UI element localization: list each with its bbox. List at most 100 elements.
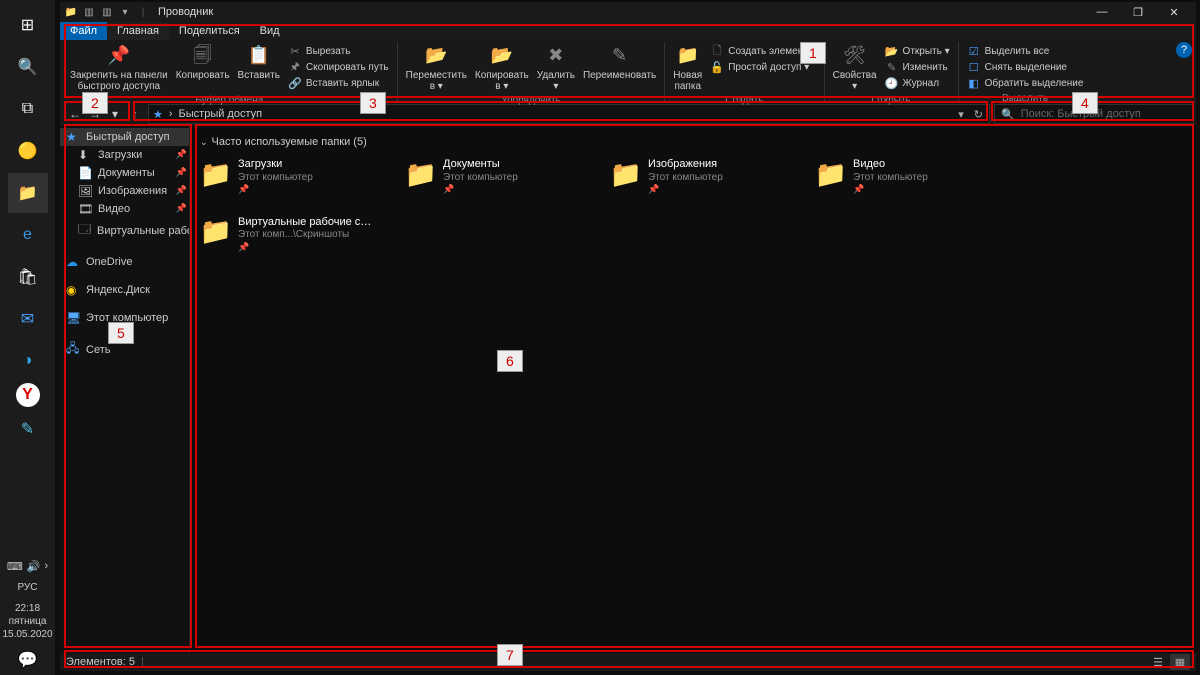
title-bar: 📁 ▥ ▥ ▾ | Проводник — ❐ ✕ bbox=[60, 2, 1196, 22]
search-taskbar-icon[interactable]: 🔍 bbox=[8, 47, 48, 87]
folder-name: Изображения bbox=[648, 158, 723, 172]
start-button[interactable]: ⊞ bbox=[8, 5, 48, 45]
sidebar-yadisk-label: Яндекс.Диск bbox=[86, 284, 150, 296]
sidebar-item-documents[interactable]: 📄Документы📌 bbox=[60, 164, 189, 182]
folder-name: Видео bbox=[853, 158, 928, 172]
ribbon-tab-file[interactable]: Файл bbox=[60, 22, 107, 40]
sidebar-item-label: Изображения bbox=[98, 185, 167, 197]
ribbon-tab-home[interactable]: Главная bbox=[107, 22, 169, 40]
sidebar-item-label: Виртуальные рабочие ст… bbox=[97, 225, 190, 237]
anno-1: 1 bbox=[800, 42, 826, 64]
cut-button[interactable]: ✂Вырезать bbox=[286, 43, 391, 59]
edit-button[interactable]: ✎Изменить bbox=[883, 59, 952, 75]
copy-label: Копировать bbox=[176, 70, 230, 81]
paste-icon: 📋 bbox=[247, 44, 271, 68]
nav-up-button[interactable]: ↑ bbox=[126, 105, 144, 123]
select-none-icon: ☐ bbox=[967, 60, 981, 74]
move-to-button[interactable]: 📂Переместить в ▾ bbox=[402, 42, 471, 94]
open-group-label: Открыть bbox=[829, 94, 954, 107]
easy-access-icon: 🔓 bbox=[710, 60, 724, 74]
folder-item[interactable]: 📁 Изображения Этот компьютер 📌 bbox=[610, 158, 785, 196]
taskbar-mail-icon[interactable]: ✉ bbox=[8, 299, 48, 339]
sidebar-item-pictures[interactable]: 🖼Изображения📌 bbox=[60, 182, 189, 200]
folder-pin-icon: 📌 bbox=[853, 184, 928, 195]
folder-location: Этот компьютер bbox=[238, 172, 313, 185]
taskbar-app-1[interactable]: 🟡 bbox=[8, 131, 48, 171]
folder-icon: 📁 bbox=[405, 158, 437, 190]
ribbon-tab-view[interactable]: Вид bbox=[250, 22, 290, 40]
taskbar-edge-icon[interactable]: e bbox=[8, 215, 48, 255]
close-button[interactable]: ✕ bbox=[1156, 2, 1192, 22]
folder-item[interactable]: 📁 Загрузки Этот компьютер 📌 bbox=[200, 158, 375, 196]
invert-selection-button[interactable]: ◧Обратить выделение bbox=[965, 75, 1086, 91]
sidebar-network-label: Сеть bbox=[86, 344, 110, 356]
chevron-down-icon: ⌄ bbox=[200, 137, 208, 148]
windows-taskbar: ⊞ 🔍 ⧉ 🟡 📁 e 🛍 ✉ ◑ Y ✎ ⌨🔊› РУС 22:18 пятн… bbox=[0, 0, 55, 675]
ribbon-tab-share[interactable]: Поделиться bbox=[169, 22, 250, 40]
paste-button[interactable]: 📋 Вставить bbox=[234, 42, 284, 83]
copy-to-button[interactable]: 📂Копировать в ▾ bbox=[471, 42, 533, 94]
view-details-button[interactable]: ☰ bbox=[1148, 654, 1168, 670]
anno-6: 6 bbox=[497, 350, 523, 372]
folder-icon: 📁 bbox=[200, 216, 232, 248]
minimize-button[interactable]: — bbox=[1084, 2, 1120, 22]
folder-item[interactable]: 📁 Документы Этот компьютер 📌 bbox=[405, 158, 580, 196]
anno-2: 2 bbox=[82, 92, 108, 114]
qat-btn-2[interactable]: ▥ bbox=[100, 5, 114, 19]
sidebar-yandex-disk[interactable]: ◉Яндекс.Диск bbox=[60, 281, 189, 299]
folder-item[interactable]: 📁 Виртуальные рабочие с… Этот комп...\Ск… bbox=[200, 216, 375, 254]
taskbar-app-2[interactable]: ✎ bbox=[8, 409, 48, 449]
rename-button[interactable]: ✎Переименовать bbox=[579, 42, 660, 83]
qat-btn-1[interactable]: ▥ bbox=[82, 5, 96, 19]
qat-dropdown[interactable]: ▾ bbox=[118, 5, 132, 19]
pin-to-quick-access-button[interactable]: 📌 Закрепить на панели быстрого доступа bbox=[66, 42, 172, 94]
nav-recent-button[interactable]: ▾ bbox=[106, 105, 124, 123]
taskbar-yandex-icon[interactable]: Y bbox=[16, 383, 40, 407]
paste-shortcut-button[interactable]: 🔗Вставить ярлык bbox=[286, 75, 391, 91]
view-large-icons-button[interactable]: ▦ bbox=[1170, 654, 1190, 670]
taskbar-explorer-icon[interactable]: 📁 bbox=[8, 173, 48, 213]
open-button[interactable]: 📂Открыть ▾ bbox=[883, 43, 952, 59]
address-dropdown[interactable]: ▾ bbox=[956, 108, 966, 121]
folder-item[interactable]: 📁 Видео Этот компьютер 📌 bbox=[815, 158, 990, 196]
taskbar-store-icon[interactable]: 🛍 bbox=[8, 257, 48, 297]
copy-button[interactable]: 🗐 Копировать bbox=[172, 42, 234, 83]
sidebar-onedrive[interactable]: ☁OneDrive bbox=[60, 253, 189, 271]
folder-icon: 📁 bbox=[610, 158, 642, 190]
delete-button[interactable]: ✖Удалить ▾ bbox=[533, 42, 579, 94]
sidebar-quick-access[interactable]: ★Быстрый доступ bbox=[60, 128, 189, 146]
properties-icon: 🛠 bbox=[843, 44, 867, 68]
sidebar-item-virtual-desktops[interactable]: 🗔Виртуальные рабочие ст… bbox=[60, 218, 189, 243]
address-bar[interactable]: ★ › Быстрый доступ ▾ ↻ bbox=[148, 104, 990, 124]
cut-label: Вырезать bbox=[306, 46, 350, 57]
address-refresh[interactable]: ↻ bbox=[972, 108, 985, 121]
navigation-pane: ★Быстрый доступ ⬇Загрузки📌 📄Документы📌 🖼… bbox=[60, 126, 190, 653]
select-group-label: Выделить bbox=[963, 92, 1088, 105]
frequent-folders-header[interactable]: ⌄ Часто используемые папки (5) bbox=[200, 132, 1186, 152]
folder-pin-icon: 📌 bbox=[648, 184, 723, 195]
new-folder-icon: 📁 bbox=[676, 44, 700, 68]
select-all-button[interactable]: ☑Выделить все bbox=[965, 43, 1086, 59]
tray-day: пятница bbox=[2, 615, 52, 628]
sidebar-item-videos[interactable]: 🎞Видео📌 bbox=[60, 200, 189, 218]
maximize-button[interactable]: ❐ bbox=[1120, 2, 1156, 22]
system-tray[interactable]: ⌨🔊› bbox=[7, 556, 48, 577]
select-none-button[interactable]: ☐ Снять выделение bbox=[965, 59, 1086, 75]
new-folder-button[interactable]: 📁Новая папка bbox=[669, 42, 706, 94]
select-none-label: Снять выделение bbox=[985, 62, 1067, 73]
sidebar-item-downloads[interactable]: ⬇Загрузки📌 bbox=[60, 146, 189, 164]
tray-clock[interactable]: 22:18 пятница 15.05.2020 bbox=[2, 598, 52, 645]
delete-label: Удалить ▾ bbox=[537, 70, 575, 92]
tray-language[interactable]: РУС bbox=[17, 577, 37, 598]
copy-path-button[interactable]: 🖈Скопировать путь bbox=[286, 59, 391, 75]
taskbar-telegram-icon[interactable]: ◑ bbox=[8, 341, 48, 381]
folder-icon: 📁 bbox=[815, 158, 847, 190]
taskview-icon[interactable]: ⧉ bbox=[8, 89, 48, 129]
action-center-icon[interactable]: 💬 bbox=[8, 646, 48, 674]
breadcrumb-root[interactable]: Быстрый доступ bbox=[179, 108, 263, 120]
history-button[interactable]: 🕘Журнал bbox=[883, 75, 952, 91]
folder-location: Этот компьютер bbox=[443, 172, 518, 185]
properties-button[interactable]: 🛠Свойства ▾ bbox=[829, 42, 881, 94]
ribbon-help-icon[interactable]: ? bbox=[1176, 42, 1192, 58]
edit-label: Изменить bbox=[903, 62, 948, 73]
